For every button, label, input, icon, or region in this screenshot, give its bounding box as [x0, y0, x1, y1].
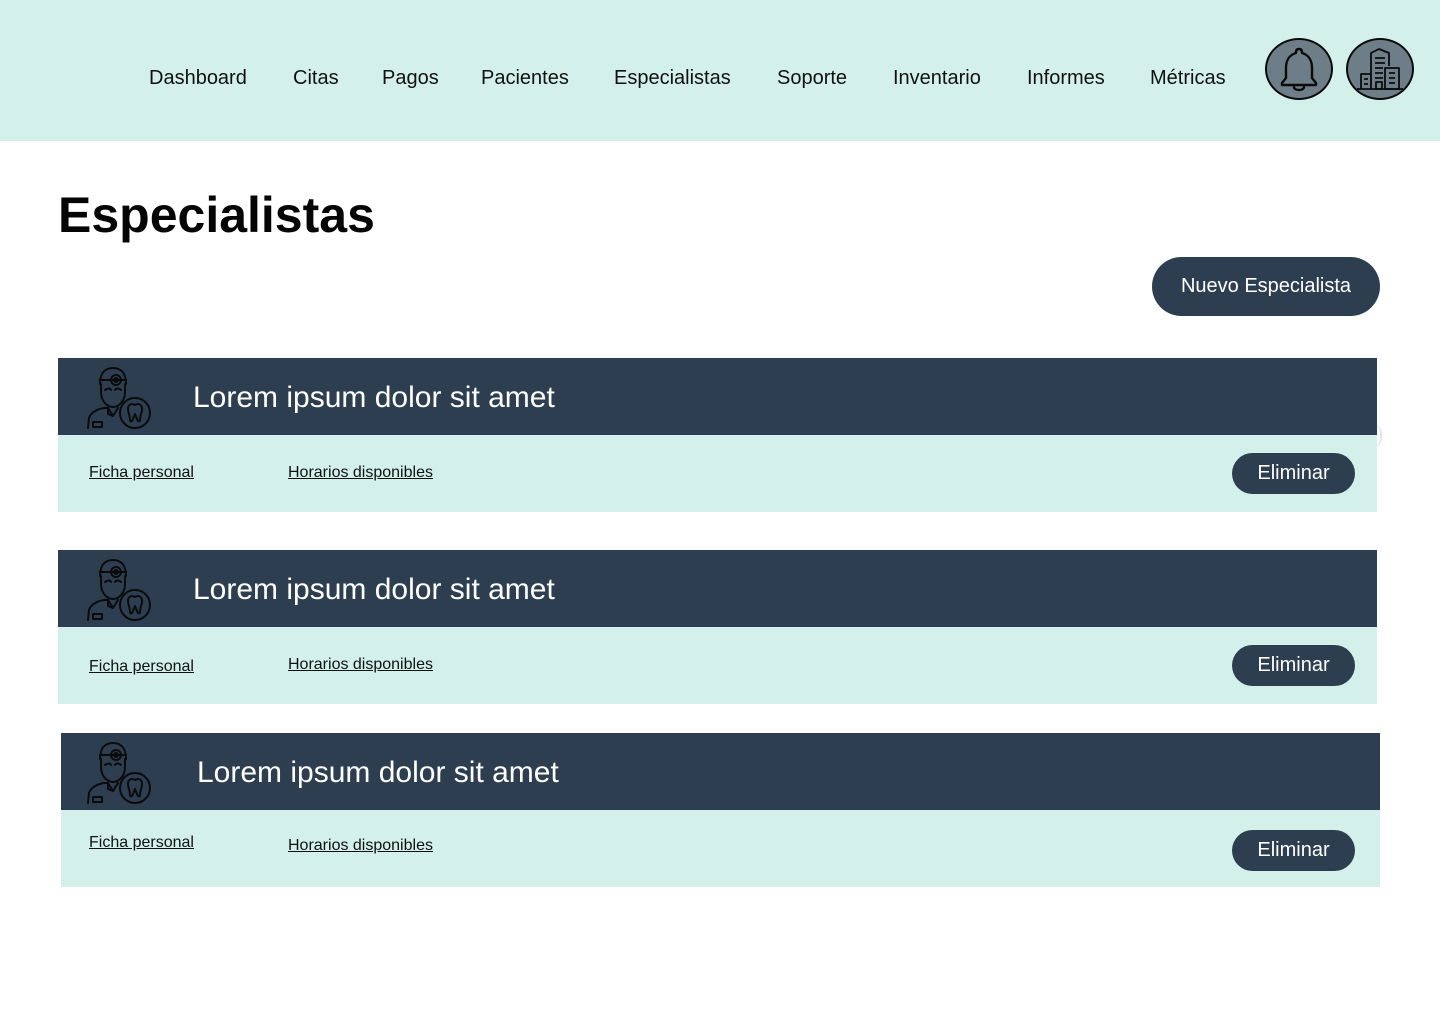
nav-item-pagos[interactable]: Pagos [382, 64, 439, 92]
nav-item-informes[interactable]: Informes [1027, 64, 1105, 92]
available-schedule-link[interactable]: Horarios disponibles [288, 836, 433, 856]
dentist-doctor-icon [87, 367, 151, 429]
specialist-card-actions: Ficha personal Horarios disponibles Elim… [61, 810, 1380, 887]
specialist-card: Lorem ipsum dolor sit amet Ficha persona… [61, 733, 1380, 887]
top-navigation-bar: Dashboard Citas Pagos Pacientes Especial… [0, 0, 1440, 141]
specialist-name: Lorem ipsum dolor sit amet [193, 573, 555, 606]
nav-item-pacientes[interactable]: Pacientes [481, 64, 569, 92]
notifications-button[interactable] [1265, 38, 1333, 100]
specialist-card: Lorem ipsum dolor sit amet Ficha persona… [58, 550, 1377, 704]
specialist-card-header: Lorem ipsum dolor sit amet [58, 358, 1377, 435]
nav-item-inventario[interactable]: Inventario [893, 64, 981, 92]
nav-item-especialistas[interactable]: Especialistas [614, 64, 731, 92]
specialist-name: Lorem ipsum dolor sit amet [193, 381, 555, 414]
nav-item-soporte[interactable]: Soporte [777, 64, 847, 92]
specialist-card-header: Lorem ipsum dolor sit amet [61, 733, 1380, 810]
personal-record-link[interactable]: Ficha personal [89, 463, 194, 483]
specialist-name: Lorem ipsum dolor sit amet [197, 756, 559, 789]
bell-icon [1280, 47, 1318, 92]
available-schedule-link[interactable]: Horarios disponibles [288, 655, 433, 675]
buildings-icon [1357, 48, 1403, 90]
new-specialist-button[interactable]: Nuevo Especialista [1152, 257, 1380, 316]
specialist-card-header: Lorem ipsum dolor sit amet [58, 550, 1377, 627]
delete-button[interactable]: Eliminar [1232, 830, 1355, 871]
dentist-doctor-icon [87, 742, 151, 804]
page-title: Especialistas [58, 187, 375, 243]
specialist-card-actions: Ficha personal Horarios disponibles Elim… [58, 627, 1377, 704]
delete-button[interactable]: Eliminar [1232, 645, 1355, 686]
dentist-doctor-icon [87, 559, 151, 621]
available-schedule-link[interactable]: Horarios disponibles [288, 463, 433, 483]
nav-item-metricas[interactable]: Métricas [1150, 64, 1226, 92]
nav-item-dashboard[interactable]: Dashboard [149, 64, 247, 92]
delete-button[interactable]: Eliminar [1232, 453, 1355, 494]
personal-record-link[interactable]: Ficha personal [89, 657, 194, 677]
specialist-card-actions: Ficha personal Horarios disponibles Elim… [58, 435, 1377, 512]
personal-record-link[interactable]: Ficha personal [89, 833, 194, 853]
nav-item-citas[interactable]: Citas [293, 64, 339, 92]
specialist-card: Lorem ipsum dolor sit amet Ficha persona… [58, 358, 1377, 512]
organization-button[interactable] [1346, 38, 1414, 100]
